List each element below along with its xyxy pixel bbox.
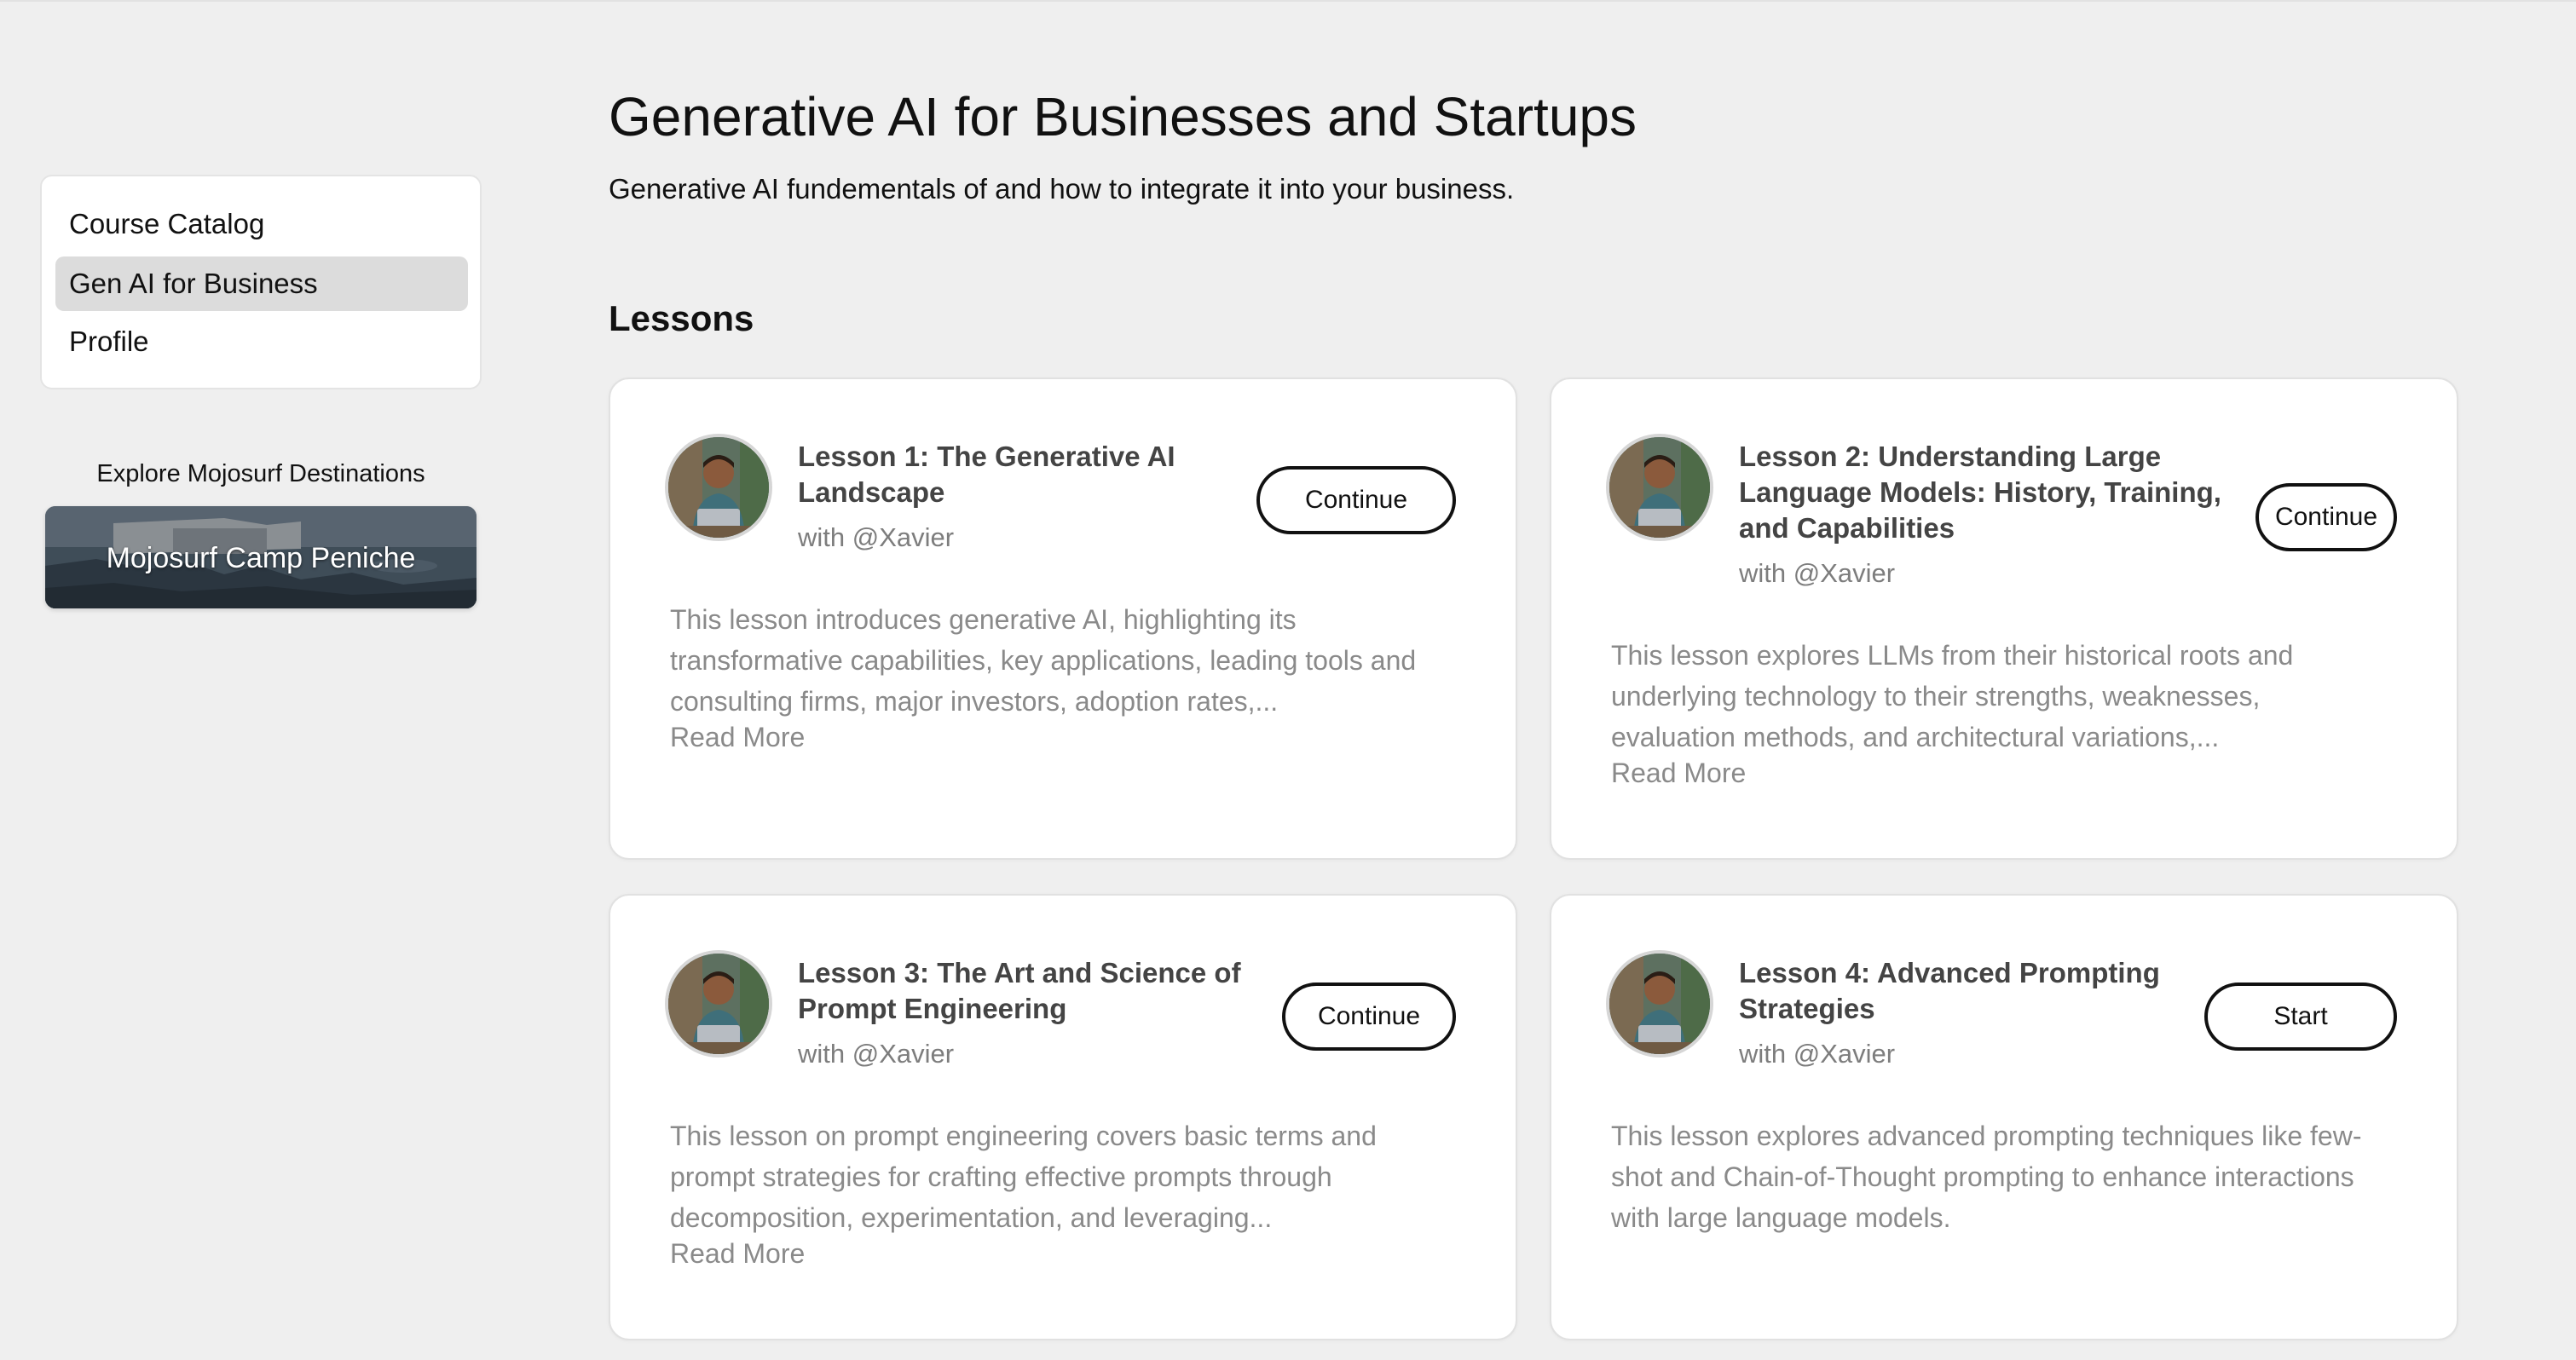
instructor-avatar: [665, 434, 772, 541]
continue-button[interactable]: Continue: [1256, 466, 1456, 534]
instructor-avatar: [1606, 434, 1713, 541]
destination-banner[interactable]: Mojosurf Camp Peniche: [45, 506, 477, 608]
sidebar-nav: Course Catalog Gen AI for Business Profi…: [40, 175, 482, 389]
read-more-link[interactable]: Read More: [670, 1238, 805, 1270]
lesson-title: Lesson 2: Understanding Large Language M…: [1739, 441, 2221, 544]
lesson-description: This lesson explores LLMs from their his…: [1611, 640, 2294, 752]
top-divider: [0, 0, 2576, 2]
sidebar-item-course-catalog[interactable]: Course Catalog: [55, 197, 468, 251]
destination-label: Mojosurf Camp Peniche: [106, 542, 416, 574]
lesson-title: Lesson 1: The Generative AI Landscape: [798, 441, 1175, 508]
continue-button[interactable]: Continue: [1282, 983, 1456, 1051]
lesson-author: with @Xavier: [1739, 1039, 1896, 1069]
lessons-heading: Lessons: [609, 298, 754, 338]
continue-button[interactable]: Continue: [2255, 483, 2397, 551]
instructor-avatar: [1606, 950, 1713, 1057]
lesson-description: This lesson on prompt engineering covers…: [670, 1121, 1377, 1233]
page-title: Generative AI for Businesses and Startup…: [609, 86, 1637, 147]
sidebar-item-profile[interactable]: Profile: [55, 314, 468, 369]
read-more-link[interactable]: Read More: [1611, 758, 1746, 789]
lesson-author: with @Xavier: [798, 522, 955, 552]
instructor-avatar: [665, 950, 772, 1057]
read-more-link[interactable]: Read More: [670, 722, 805, 753]
lesson-author: with @Xavier: [798, 1039, 955, 1069]
lesson-description: This lesson explores advanced prompting …: [1611, 1121, 2362, 1233]
lesson-card: Lesson 4: Advanced Prompting Strategies …: [1550, 894, 2458, 1340]
sidebar-item-gen-ai-for-business[interactable]: Gen AI for Business: [55, 256, 468, 311]
lesson-card: Lesson 2: Understanding Large Language M…: [1550, 377, 2458, 860]
lesson-card: Lesson 3: The Art and Science of Prompt …: [609, 894, 1517, 1340]
page-subtitle: Generative AI fundementals of and how to…: [609, 173, 1515, 205]
lesson-card: Lesson 1: The Generative AI Landscape wi…: [609, 377, 1517, 860]
lesson-description: This lesson introduces generative AI, hi…: [670, 604, 1417, 717]
explore-destinations-heading: Explore Mojosurf Destinations: [96, 460, 425, 487]
lesson-title: Lesson 4: Advanced Prompting Strategies: [1739, 957, 2160, 1024]
start-button[interactable]: Start: [2204, 983, 2397, 1051]
lesson-title: Lesson 3: The Art and Science of Prompt …: [798, 957, 1241, 1024]
lesson-author: with @Xavier: [1739, 558, 1896, 588]
